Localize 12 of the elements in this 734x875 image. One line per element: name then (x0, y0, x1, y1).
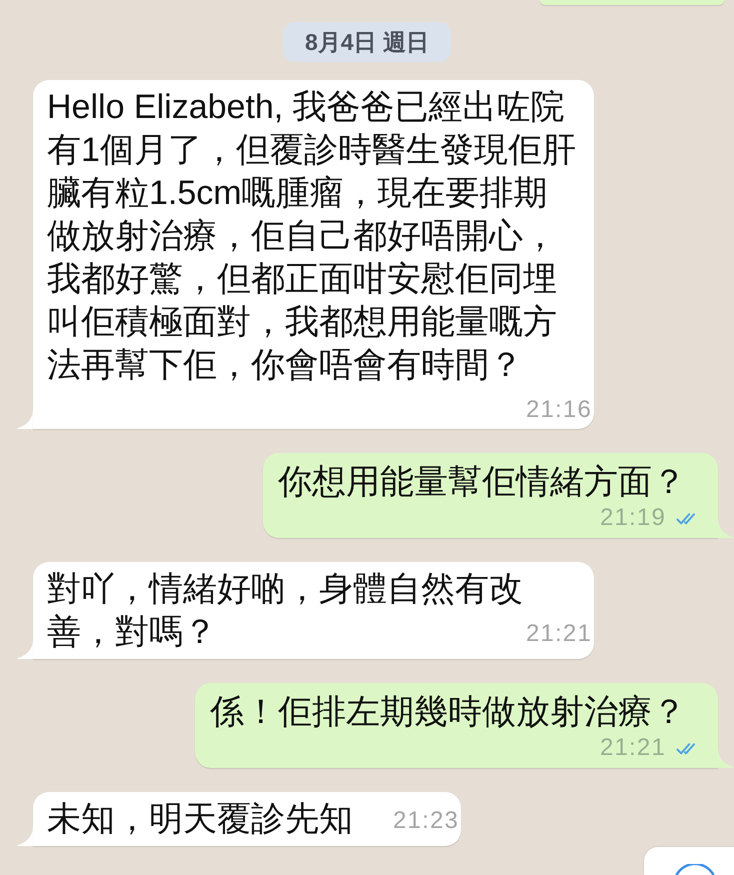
message-text: 你想用能量幫佢情緒方面？ (278, 462, 686, 503)
message-time: 21:19 (600, 504, 666, 532)
message-text: 係！佢排左期幾時做放射治療？ (210, 692, 686, 733)
floating-button[interactable] (644, 847, 734, 875)
message-text: 未知，明天覆診先知 (47, 800, 353, 838)
message-time: 21:16 (526, 396, 592, 424)
message-text: Hello Elizabeth, 我爸爸已經出咗院有1個月了，但覆診時醫生發現佢肝臟有粒1.5cm嘅腫瘤，現在要排期做放射治療，佢自己都好唔開心，我都好驚，但都正面咁安慰佢同埋叫佢積極面對，我都想用能量嘅方法再幫下佢，你會唔會有時間？ (47, 88, 576, 384)
message-time: 21:23 (393, 807, 460, 835)
message-time: 21:21 (600, 734, 666, 762)
message-time: 21:21 (526, 620, 592, 648)
date-badge: 8月4日 週日 (283, 22, 451, 62)
message-text: 對吖，情緒好啲，身體自然有改善，對嗎？ (47, 570, 523, 651)
